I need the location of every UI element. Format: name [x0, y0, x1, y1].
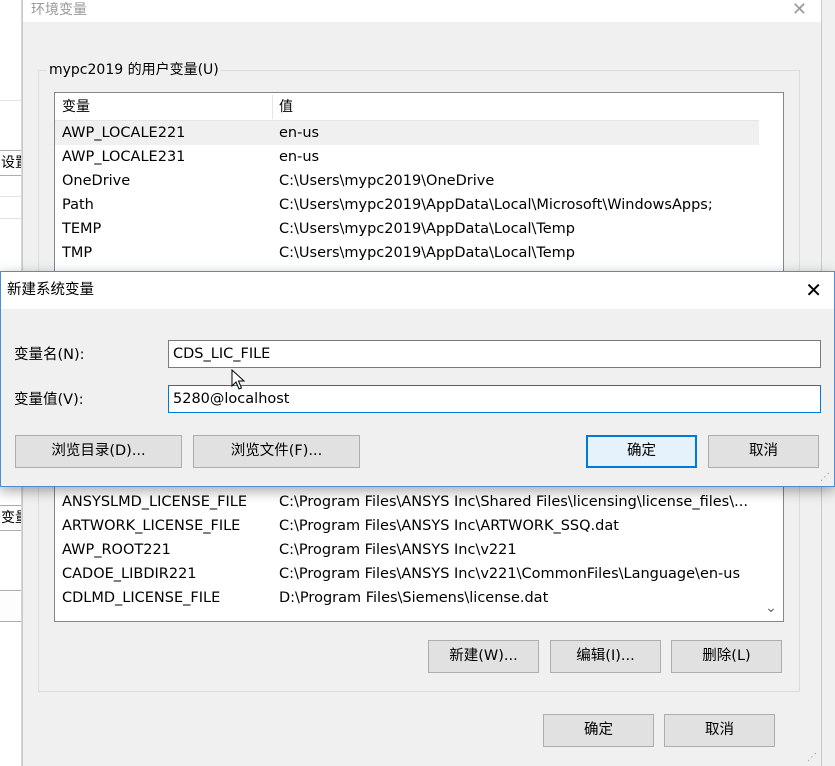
divider	[0, 100, 21, 101]
variable-name: CDLMD_LICENSE_FILE	[62, 590, 221, 606]
variable-name: ANSYSLMD_LICENSE_FILE	[62, 494, 247, 510]
title-bar: 环境变量 ✕	[23, 0, 821, 22]
vertical-scrollbar[interactable]	[759, 93, 783, 281]
dialog-title: 新建系统变量	[7, 282, 94, 298]
table-row[interactable]: CADOE_LIBDIR221 C:\Program Files\ANSYS I…	[55, 562, 759, 586]
browse-directory-button[interactable]: 浏览目录(D)...	[15, 435, 182, 468]
edit-variable-button[interactable]: 编辑(I)...	[550, 640, 661, 673]
user-variables-list[interactable]: 变量 值 AWP_LOCALE221 en-us AWP_LOCALE231 e…	[54, 92, 784, 282]
resize-grip-icon[interactable]: ⋰	[820, 472, 832, 484]
variable-name: AWP_LOCALE221	[62, 125, 186, 141]
variable-name: TMP	[62, 245, 93, 261]
table-row[interactable]: OneDrive C:\Users\mypc2019\OneDrive	[55, 169, 759, 193]
variable-value-label: 变量值(V):	[14, 392, 84, 408]
variable-value: C:\Program Files\ANSYS Inc\ARTWORK_SSQ.d…	[279, 518, 619, 534]
variable-name: AWP_ROOT221	[62, 542, 171, 558]
background-variables-button[interactable]: 变量	[0, 505, 21, 531]
dialog-cancel-button[interactable]: 取消	[708, 435, 819, 468]
table-row[interactable]: AWP_ROOT221 C:\Program Files\ANSYS Inc\v…	[55, 538, 759, 562]
ok-button[interactable]: 确定	[543, 714, 654, 747]
variable-name: OneDrive	[62, 173, 131, 189]
list-header: 变量 值	[55, 93, 783, 121]
variable-value: en-us	[279, 149, 320, 165]
table-row[interactable]: AWP_LOCALE221 en-us	[55, 121, 759, 145]
variable-value: C:\Users\mypc2019\AppData\Local\Microsof…	[279, 197, 713, 213]
scroll-down-arrow-icon[interactable]: ⌄	[763, 600, 779, 616]
table-row[interactable]: TEMP C:\Users\mypc2019\AppData\Local\Tem…	[55, 217, 759, 241]
vertical-scrollbar[interactable]: ⌄	[759, 470, 783, 621]
variable-name: CADOE_LIBDIR221	[62, 566, 197, 582]
variable-value: C:\Program Files\ANSYS Inc\v221\CommonFi…	[279, 566, 741, 582]
variable-value: C:\Users\mypc2019\OneDrive	[279, 173, 495, 189]
variable-value: D:\Program Files\Siemens\license.dat	[279, 590, 549, 606]
variable-value: C:\Program Files\ANSYS Inc\Shared Files\…	[279, 494, 748, 510]
cancel-button[interactable]: 取消	[664, 714, 775, 747]
browse-file-button[interactable]: 浏览文件(F)...	[193, 435, 360, 468]
column-header-value[interactable]: 值	[272, 93, 293, 121]
variable-value-input[interactable]	[168, 385, 821, 413]
user-variables-group-title: mypc2019 的用户变量(U)	[47, 61, 221, 79]
variable-name: AWP_LOCALE231	[62, 149, 186, 165]
column-header-variable[interactable]: 变量	[55, 93, 90, 121]
variable-value: en-us	[279, 125, 320, 141]
variable-name-input[interactable]	[168, 340, 821, 368]
variable-value: C:\Users\mypc2019\AppData\Local\Temp	[279, 221, 575, 237]
variable-name: TEMP	[62, 221, 102, 237]
table-row[interactable]: CDLMD_LICENSE_FILE D:\Program Files\Siem…	[55, 586, 759, 610]
system-variables-list[interactable]: ANSYSLMD_LICENSE_FILE C:\Program Files\A…	[54, 470, 784, 622]
background-button[interactable]	[0, 590, 21, 622]
divider	[0, 196, 21, 197]
resize-grip-icon[interactable]: ⋰	[807, 752, 819, 764]
mouse-cursor-icon	[231, 369, 245, 390]
new-system-variable-dialog: 新建系统变量 ✕ 变量名(N): 变量值(V): 浏览目录(D)... 浏览文件…	[0, 271, 835, 487]
variable-name-label: 变量名(N):	[14, 347, 85, 363]
variable-value: C:\Program Files\ANSYS Inc\v221	[279, 542, 517, 558]
variable-name: Path	[62, 197, 94, 213]
divider	[0, 218, 21, 219]
close-icon[interactable]: ✕	[805, 272, 822, 309]
table-row[interactable]: ARTWORK_LICENSE_FILE C:\Program Files\AN…	[55, 514, 759, 538]
table-row[interactable]: TMP C:\Users\mypc2019\AppData\Local\Temp	[55, 241, 759, 265]
table-row-partial[interactable]	[55, 610, 759, 621]
new-variable-button[interactable]: 新建(W)...	[428, 640, 539, 673]
variable-value: C:\Users\mypc2019\AppData\Local\Temp	[279, 245, 575, 261]
dialog-title-bar: 新建系统变量 ✕	[1, 272, 834, 309]
background-settings-button[interactable]: 设置	[0, 150, 21, 176]
table-row[interactable]: AWP_LOCALE231 en-us	[55, 145, 759, 169]
variable-name: ARTWORK_LICENSE_FILE	[62, 518, 241, 534]
delete-variable-button[interactable]: 删除(L)	[671, 640, 782, 673]
table-row[interactable]: ANSYSLMD_LICENSE_FILE C:\Program Files\A…	[55, 490, 759, 514]
table-row[interactable]: Path C:\Users\mypc2019\AppData\Local\Mic…	[55, 193, 759, 217]
close-icon[interactable]: ✕	[792, 0, 807, 20]
window-title: 环境变量	[31, 2, 87, 18]
dialog-ok-button[interactable]: 确定	[586, 435, 697, 468]
